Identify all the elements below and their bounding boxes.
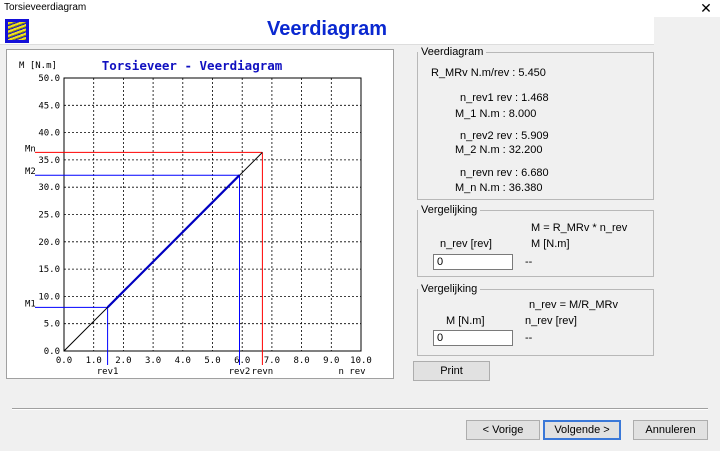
- vergelijking1-output-label: M [N.m]: [531, 238, 570, 250]
- x-tick-label: 4.0: [175, 356, 191, 366]
- print-button[interactable]: Print: [413, 361, 490, 381]
- chart-title: Torsieveer - Veerdiagram: [102, 58, 283, 73]
- vergelijking2-result: --: [525, 332, 533, 344]
- y-tick-label: 15.0: [38, 265, 60, 275]
- y-tick-label: 30.0: [38, 183, 60, 193]
- x-tick-label: 5.0: [204, 356, 220, 366]
- window-title: Torsieveerdiagram: [4, 2, 87, 13]
- x-tick-label: 2.0: [115, 356, 131, 366]
- x-tick-label: 10.0: [350, 356, 372, 366]
- y-tick-label: 20.0: [38, 238, 60, 248]
- y-axis-label: M [N.m]: [19, 61, 57, 71]
- nrev2-value: n_rev2 rev : 5.909: [460, 130, 549, 142]
- marker-label-y: M1: [25, 299, 36, 309]
- series-line: [106, 174, 241, 309]
- y-tick-label: 5.0: [44, 320, 60, 330]
- x-tick-label: 8.0: [293, 356, 309, 366]
- x-tick-label: 1.0: [86, 356, 102, 366]
- m2-value: M_2 N.m : 32.200: [455, 144, 543, 156]
- vergelijking2-output-label: n_rev [rev]: [525, 315, 577, 327]
- footer-separator: [12, 408, 708, 410]
- y-tick-label: 10.0: [38, 292, 60, 302]
- x-tick-label: 6.0: [234, 356, 250, 366]
- m1-value: M_1 N.m : 8.000: [455, 108, 537, 120]
- vergelijking2-formula: n_rev = M/R_MRv: [529, 299, 618, 311]
- mn-value: M_n N.m : 36.380: [455, 182, 543, 194]
- marker-label-x: rev2: [229, 367, 251, 377]
- vergelijking1-legend: Vergelijking: [421, 204, 478, 216]
- vergelijking2-legend: Vergelijking: [421, 283, 478, 295]
- nrev-input[interactable]: 0: [433, 254, 513, 270]
- x-tick-label: 7.0: [264, 356, 280, 366]
- header-banner: Veerdiagram: [0, 17, 654, 45]
- chart-panel: Torsieveer - Veerdiagram M [N.m] n rev 0…: [6, 49, 394, 379]
- nrev1-value: n_rev1 rev : 1.468: [460, 92, 549, 104]
- vergelijking1-formula: M = R_MRv * n_rev: [531, 222, 628, 234]
- x-tick-label: 3.0: [145, 356, 161, 366]
- y-tick-label: 45.0: [38, 101, 60, 111]
- vergelijking2-input-label: M [N.m]: [446, 315, 485, 327]
- back-button[interactable]: < Vorige: [466, 420, 540, 440]
- spring-chart: Torsieveer - Veerdiagram M [N.m] n rev 0…: [19, 58, 372, 377]
- x-tick-label: 9.0: [323, 356, 339, 366]
- rmrv-value: R_MRv N.m/rev : 5.450: [431, 67, 546, 79]
- y-tick-label: 25.0: [38, 211, 60, 221]
- page-title: Veerdiagram: [266, 18, 388, 40]
- marker-label-y: M2: [25, 167, 36, 177]
- close-icon[interactable]: ✕: [692, 0, 720, 17]
- nrevn-value: n_revn rev : 6.680: [460, 167, 549, 179]
- y-tick-label: 0.0: [44, 347, 60, 357]
- cancel-button[interactable]: Annuleren: [633, 420, 708, 440]
- marker-label-x: rev1: [97, 367, 119, 377]
- marker-label-x: revn: [252, 367, 274, 377]
- y-tick-label: 35.0: [38, 156, 60, 166]
- y-tick-label: 50.0: [38, 74, 60, 84]
- x-tick-label: 0.0: [56, 356, 72, 366]
- title-bar: Torsieveerdiagram ✕: [0, 0, 720, 17]
- marker-label-y: Mn: [25, 144, 36, 154]
- veerdiagram-legend: Veerdiagram: [421, 46, 484, 58]
- vergelijking1-input-label: n_rev [rev]: [440, 238, 492, 250]
- y-tick-label: 40.0: [38, 129, 60, 139]
- x-axis-label: n rev: [338, 367, 365, 377]
- next-button[interactable]: Volgende >: [543, 420, 621, 440]
- vergelijking1-result: --: [525, 256, 533, 268]
- moment-input[interactable]: 0: [433, 330, 513, 346]
